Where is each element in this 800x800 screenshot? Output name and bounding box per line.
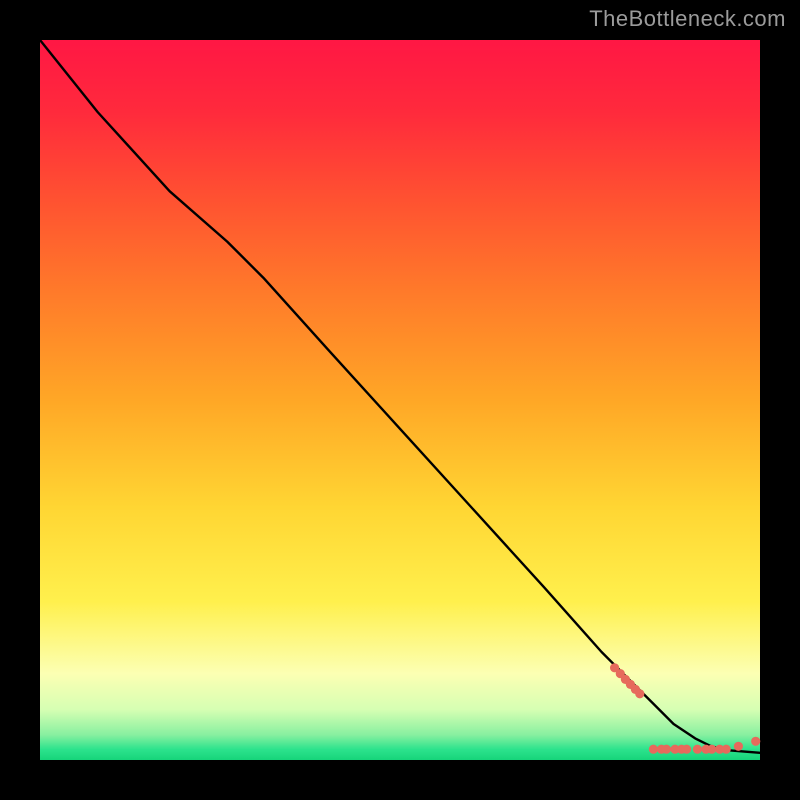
scatter-dot [662, 745, 671, 754]
scatter-dot [722, 745, 731, 754]
scatter-dots [610, 663, 760, 754]
scatter-dot [707, 745, 716, 754]
scatter-dot [693, 745, 702, 754]
scatter-dot [649, 745, 658, 754]
chart-overlay [40, 40, 760, 760]
scatter-dot [734, 742, 743, 751]
plot-area [40, 40, 760, 760]
scatter-dot [751, 737, 760, 746]
watermark-text: TheBottleneck.com [589, 6, 786, 32]
scatter-dot [682, 745, 691, 754]
chart-frame: TheBottleneck.com [0, 0, 800, 800]
curve-line [40, 40, 760, 753]
scatter-dot [635, 689, 644, 698]
